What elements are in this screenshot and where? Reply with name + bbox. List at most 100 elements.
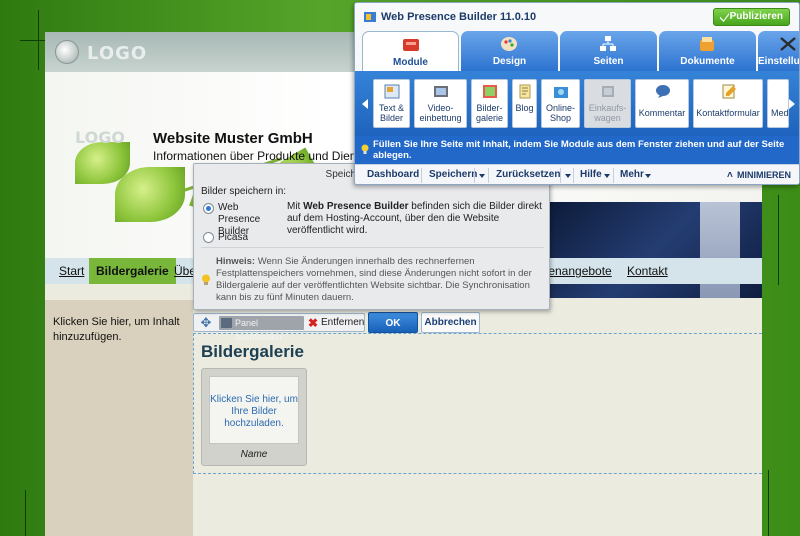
- lightbulb-icon: [202, 274, 210, 285]
- menu-mehr[interactable]: Mehr: [620, 169, 644, 180]
- scroll-right-icon[interactable]: [789, 99, 795, 109]
- panel-menu-bar: Dashboard Speichern Zurücksetzen Hilfe M…: [355, 164, 799, 184]
- module-strip: Text & Bilder Video-einbettung Bilder-gal…: [355, 71, 799, 136]
- help-dropdown-icon[interactable]: [604, 174, 610, 178]
- gallery-heading[interactable]: Bildergalerie: [201, 342, 304, 362]
- logo-circle-icon: [55, 40, 79, 64]
- menu-separator: [560, 168, 561, 183]
- divider: [201, 247, 544, 248]
- shop-icon: [554, 87, 568, 98]
- tab-label: Module: [393, 57, 428, 68]
- hint-text: Füllen Sie Ihre Seite mit Inhalt, indem …: [373, 139, 785, 161]
- publish-button[interactable]: Publizieren: [713, 8, 790, 26]
- nav-item-bildergalerie[interactable]: Bildergalerie: [89, 258, 176, 284]
- decor-line: [25, 490, 26, 536]
- minimize-button[interactable]: ˄ MINIMIEREN: [727, 170, 791, 181]
- decor-line: [768, 470, 769, 536]
- upload-images-link[interactable]: Klicken Sie hier, um Ihre Bilder hochzul…: [209, 376, 299, 444]
- documents-icon: [700, 37, 714, 51]
- contact-form-icon: [722, 84, 736, 99]
- panel-title-bar[interactable]: Web Presence Builder 11.0.10 Publizieren: [355, 3, 799, 31]
- tab-label: Seiten: [593, 56, 624, 67]
- radio-wpb[interactable]: [203, 203, 214, 214]
- storage-description: Mit Web Presence Builder befinden sich d…: [287, 201, 542, 236]
- palette-icon: [501, 37, 517, 51]
- remove-button[interactable]: ✖ Entfernen: [308, 316, 364, 330]
- undo-dropdown-icon[interactable]: [565, 174, 571, 178]
- minimize-label: MINIMIEREN: [737, 170, 791, 180]
- hide-panel-label: Panel ausblenden: [235, 318, 282, 342]
- panel-tabs: Module Design Seiten Dokumente Einstellu…: [355, 31, 799, 72]
- site-title[interactable]: Website Muster GmbH: [153, 130, 313, 147]
- hide-panel-button[interactable]: Panel ausblenden: [219, 316, 304, 342]
- publish-label: Publizieren: [729, 11, 783, 22]
- menu-hilfe[interactable]: Hilfe: [580, 169, 602, 180]
- module-blog[interactable]: Blog: [512, 79, 537, 128]
- module-medien[interactable]: Med: [767, 79, 789, 128]
- module-einkaufswagen[interactable]: Einkaufs-wagen: [584, 79, 631, 128]
- remove-label: Entfernen: [321, 317, 365, 328]
- app-icon: [364, 12, 376, 22]
- menu-separator: [573, 168, 574, 183]
- image-name-label: Name: [240, 449, 268, 460]
- menu-separator: [421, 168, 422, 183]
- module-hint-bar: Füllen Sie Ihre Seite mit Inhalt, indem …: [355, 136, 799, 164]
- decor-line: [38, 10, 39, 70]
- sidebar-content-area[interactable]: Klicken Sie hier, um Inhalt hinzuzufügen…: [45, 300, 193, 536]
- tab-einstellungen[interactable]: Einstellungen: [758, 31, 799, 71]
- module-kommentar[interactable]: Kommentar: [635, 79, 689, 128]
- move-icon[interactable]: ✥: [199, 316, 213, 330]
- module-text-bilder[interactable]: Text & Bilder: [373, 79, 410, 128]
- tools-icon: [780, 37, 796, 51]
- panel-icon: [221, 318, 232, 328]
- site-logo[interactable]: LOGO: [87, 43, 147, 64]
- site-subtitle[interactable]: Informationen über Produkte und Dien: [153, 149, 356, 163]
- module-online-shop[interactable]: Online- Shop: [541, 79, 580, 128]
- save-dropdown-icon[interactable]: [479, 174, 485, 178]
- image-upload-tile[interactable]: Klicken Sie hier, um Ihre Bilder hochzul…: [201, 368, 307, 466]
- menu-separator: [488, 168, 489, 183]
- ok-button[interactable]: OK: [368, 312, 418, 333]
- nav-item-stellenangebote[interactable]: llenangebote: [543, 258, 612, 284]
- module-videoeinbettung[interactable]: Video-einbettung: [414, 79, 467, 128]
- tab-module[interactable]: Module: [362, 31, 459, 72]
- sync-hint: Hinweis: Wenn Sie Änderungen innerhalb d…: [216, 256, 532, 303]
- module-kontaktformular[interactable]: Kontaktformular: [693, 79, 763, 128]
- checkmark-icon: [720, 13, 729, 22]
- menu-zuruecksetzen[interactable]: Zurücksetzen: [496, 169, 560, 180]
- blog-icon: [519, 84, 531, 99]
- video-icon: [434, 86, 448, 97]
- menu-speichern[interactable]: Speichern: [429, 169, 477, 180]
- nav-item-kontakt[interactable]: Kontakt: [627, 258, 668, 284]
- module-bildergalerie[interactable]: Bilder-galerie: [471, 79, 508, 128]
- tab-seiten[interactable]: Seiten: [560, 31, 657, 71]
- nav-item-start[interactable]: Start: [59, 258, 84, 284]
- image-storage-popup: Speicherort für Bilder Bilder speichern …: [193, 163, 550, 310]
- menu-separator: [613, 168, 614, 183]
- web-presence-builder-panel: Web Presence Builder 11.0.10 Publizieren…: [354, 2, 800, 185]
- decor-line: [778, 195, 779, 285]
- menu-dashboard[interactable]: Dashboard: [367, 169, 419, 180]
- add-content-hint[interactable]: Klicken Sie hier, um Inhalt hinzuzufügen…: [53, 315, 188, 345]
- header-logo[interactable]: LOGO: [75, 128, 125, 147]
- tab-design[interactable]: Design: [461, 31, 558, 71]
- tab-dokumente[interactable]: Dokumente: [659, 31, 756, 71]
- lightbulb-icon: [361, 144, 369, 154]
- tab-label: Design: [492, 56, 527, 67]
- storage-option-picasa[interactable]: Picasa: [201, 232, 248, 244]
- radio-picasa[interactable]: [203, 232, 214, 243]
- remove-icon: ✖: [308, 316, 319, 330]
- module-icon: [403, 39, 419, 51]
- cancel-button[interactable]: Abbrechen: [421, 312, 480, 333]
- menu-separator: [474, 168, 475, 183]
- chevron-up-icon: ˄: [727, 170, 733, 181]
- tab-label: Dokumente: [680, 56, 735, 67]
- storage-label: Bilder speichern in:: [201, 186, 287, 197]
- scroll-left-icon[interactable]: [362, 99, 368, 109]
- panel-title: Web Presence Builder 11.0.10: [381, 11, 537, 23]
- comment-icon: [656, 85, 670, 98]
- gallery-icon: [483, 85, 497, 98]
- leaf-image: [115, 167, 185, 222]
- more-dropdown-icon[interactable]: [645, 174, 651, 178]
- storage-option-label: Picasa: [218, 232, 249, 243]
